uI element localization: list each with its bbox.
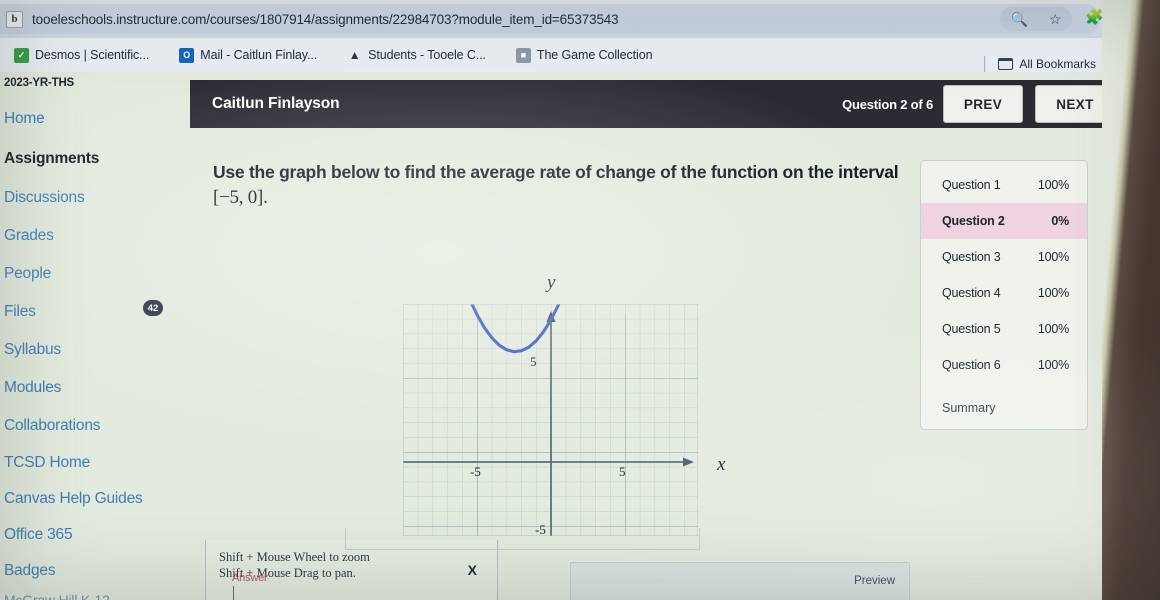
divider: │ xyxy=(981,56,990,71)
game-collection-icon: ■ xyxy=(515,47,531,63)
question-score: 100% xyxy=(1037,250,1069,264)
question-list-row-2[interactable]: Question 2 0% xyxy=(921,203,1087,239)
question-score: 100% xyxy=(1037,178,1069,192)
sidebar-item-office-365[interactable]: Office 365 xyxy=(4,526,186,550)
bookmark-students[interactable]: ▲ Students - Tooele C... xyxy=(347,48,486,63)
bookmark-label: Desmos | Scientific... xyxy=(35,48,150,62)
preview-label: Preview xyxy=(854,575,895,587)
question-score: 0% xyxy=(1051,214,1069,228)
bookmark-label: Students - Tooele C... xyxy=(368,48,486,62)
omnibox[interactable]: b tooeleschools.instructure.com/courses/… xyxy=(0,4,1100,34)
question-name: Question 5 xyxy=(942,322,1001,336)
function-plot[interactable] xyxy=(403,304,698,536)
page-favicon: b xyxy=(6,10,23,28)
sidebar-item-grades[interactable]: Grades xyxy=(4,227,186,251)
photographed-screen: b tooeleschools.instructure.com/courses/… xyxy=(0,0,1160,600)
bookmark-label: The Game Collection xyxy=(536,48,653,62)
star-bookmark-icon[interactable]: ☆ xyxy=(1049,12,1062,26)
all-bookmarks-label: All Bookmarks xyxy=(1019,56,1096,71)
sidebar-item-assignments[interactable]: Assignments xyxy=(4,150,186,174)
bookmark-label: Mail - Caitlun Finlay... xyxy=(200,48,318,62)
sidebar-item-modules[interactable]: Modules xyxy=(4,379,186,403)
question-list-row-5[interactable]: Question 5 100% xyxy=(921,311,1087,347)
summary-link[interactable]: Summary xyxy=(942,401,995,415)
course-sidebar: 2023-YR-THS Home Assignments Discussions… xyxy=(0,72,190,600)
question-score: 100% xyxy=(1037,322,1069,336)
graduation-cap-icon: ▲ xyxy=(348,48,361,62)
question-list-row-3[interactable]: Question 3 100% xyxy=(921,239,1087,275)
prompt-line-2-prefix: interval xyxy=(838,162,899,182)
quiz-header-bar: Caitlun Finlayson Question 2 of 6 PREV N… xyxy=(190,80,1133,128)
x-axis-label: x xyxy=(717,454,726,475)
grades-badge: 42 xyxy=(143,300,163,316)
browser-url-bar: b tooeleschools.instructure.com/courses/… xyxy=(0,0,1160,38)
prev-question-button[interactable]: PREV xyxy=(943,85,1023,123)
question-name: Question 4 xyxy=(942,286,1001,300)
sidebar-item-people[interactable]: People xyxy=(4,265,186,289)
question-name: Question 2 xyxy=(942,214,1005,228)
bookmark-mail[interactable]: O Mail - Caitlun Finlay... xyxy=(179,47,318,63)
question-prompt: Use the graph below to find the average … xyxy=(213,160,923,212)
sidebar-item-collaborations[interactable]: Collaborations xyxy=(4,417,186,441)
course-code-label: 2023-YR-THS xyxy=(4,77,75,89)
question-list-row-1[interactable]: Question 1 100% xyxy=(921,167,1087,203)
question-list-row-4[interactable]: Question 4 100% xyxy=(921,275,1087,311)
sidebar-item-discussions[interactable]: Discussions xyxy=(4,189,186,213)
sidebar-item-home[interactable]: Home xyxy=(4,110,186,134)
zoom-hint-text: Shift + Mouse Wheel to zoom xyxy=(219,550,370,564)
url-text[interactable]: tooeleschools.instructure.com/courses/18… xyxy=(32,12,619,27)
x-tick-label-5: 5 xyxy=(619,464,626,479)
question-list-row-6[interactable]: Question 6 100% xyxy=(921,347,1087,383)
desmos-icon: ✓ xyxy=(14,47,29,63)
sidebar-item-syllabus[interactable]: Syllabus xyxy=(4,341,186,365)
answer-input-caret[interactable] xyxy=(233,586,234,600)
question-counter: Question 2 of 6 xyxy=(842,96,933,112)
question-name: Question 6 xyxy=(942,358,1001,372)
prompt-line-1: Use the graph below to find the average … xyxy=(213,162,834,182)
folder-icon xyxy=(998,57,1014,70)
interval-expression: [−5, 0]. xyxy=(213,186,268,208)
all-bookmarks-button[interactable]: │ All Bookmarks xyxy=(981,56,1096,71)
y-axis-label: y xyxy=(547,272,556,293)
outlook-mail-icon: O xyxy=(179,47,195,63)
close-hint-icon[interactable]: X xyxy=(468,562,477,578)
graph-panel-bottom-edge xyxy=(345,528,700,550)
question-score: 100% xyxy=(1037,358,1069,372)
question-score: 100% xyxy=(1037,286,1069,300)
student-name: Caitlun Finlayson xyxy=(212,95,340,112)
x-tick-label-neg5: -5 xyxy=(470,464,481,479)
question-name: Question 1 xyxy=(942,178,1001,192)
bookmark-game-collection[interactable]: ■ The Game Collection xyxy=(515,47,653,63)
omnibox-actions: 🔍 ☆ xyxy=(1000,7,1072,31)
search-icon[interactable]: 🔍 xyxy=(1011,12,1028,26)
monitor-bezel xyxy=(1102,0,1160,600)
preview-area[interactable]: Preview xyxy=(570,562,910,600)
answer-label: Answer xyxy=(232,572,268,584)
sidebar-item-mcgraw-hill[interactable]: McGraw Hill K-12 xyxy=(4,592,186,600)
question-score-list: Question 1 100% Question 2 0% Question 3… xyxy=(920,160,1088,430)
sidebar-item-tcsd-home[interactable]: TCSD Home xyxy=(4,454,186,478)
question-name: Question 3 xyxy=(942,250,1001,264)
sidebar-item-canvas-help[interactable]: Canvas Help Guides xyxy=(4,490,186,514)
sidebar-item-badges[interactable]: Badges xyxy=(4,562,186,586)
bookmark-desmos[interactable]: ✓ Desmos | Scientific... xyxy=(14,47,150,63)
canvas-page: 2023-YR-THS Home Assignments Discussions… xyxy=(0,72,1160,600)
y-tick-label-5: 5 xyxy=(530,354,537,369)
